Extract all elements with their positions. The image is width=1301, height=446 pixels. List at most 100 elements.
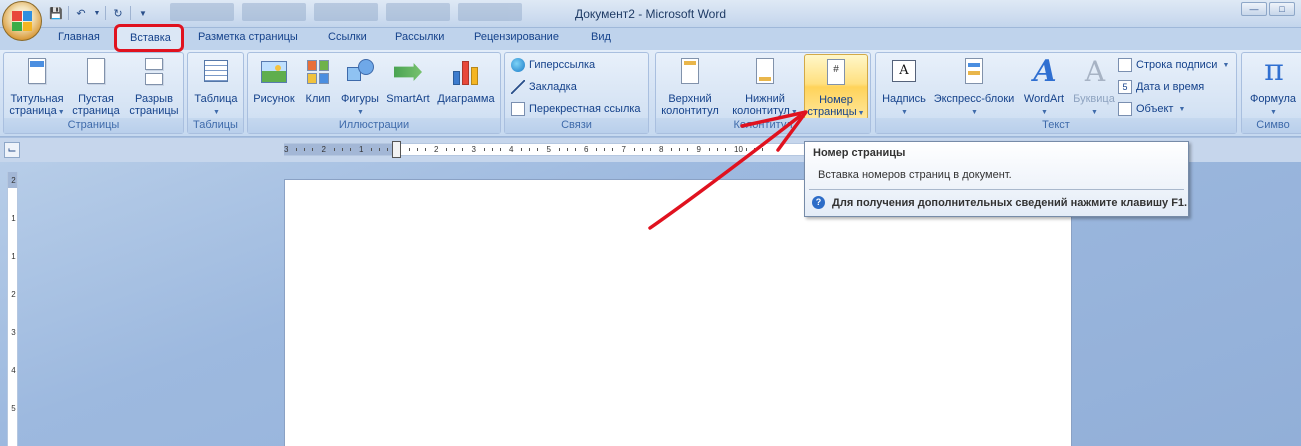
ruler-tick — [521, 148, 522, 151]
group-symbols: π Формула ▼ Симво — [1241, 52, 1301, 134]
maximize-button[interactable]: □ — [1269, 2, 1295, 16]
ruler-tick — [304, 148, 305, 151]
equation-button[interactable]: π Формула ▼ — [1244, 56, 1301, 119]
tab-references[interactable]: Ссылки — [328, 31, 367, 43]
ruler-tick — [312, 148, 313, 151]
quick-parts-button[interactable]: Экспресс-блоки ▼ — [930, 56, 1018, 119]
wordart-icon: A — [1033, 54, 1057, 89]
picture-button[interactable]: Рисунок — [250, 56, 298, 105]
vertical-ruler-number: 4 — [11, 366, 16, 375]
ruler-number: 9 — [696, 145, 701, 154]
vertical-ruler-number: 5 — [11, 404, 16, 413]
group-header-footer-label: Колонтитул — [656, 118, 870, 133]
page-break-button[interactable]: Разрыв страницы — [126, 56, 182, 117]
footer-label-1: Нижний — [745, 93, 785, 105]
page-number-icon: # — [820, 57, 852, 89]
blank-page-button[interactable]: Пустая страница — [70, 56, 122, 117]
ribbon-tabs: Главная Разметка страницы Ссылки Рассылк… — [0, 28, 1301, 73]
page-number-label-1: Номер — [819, 94, 853, 106]
title-bar: 💾 ↶ ▼ ↻ ▼ Документ2 - Microsoft Word — □ — [0, 0, 1301, 28]
vertical-ruler[interactable]: 2 1 1 2 3 4 5 — [7, 172, 18, 446]
ruler-tick — [716, 148, 718, 151]
tab-mailings[interactable]: Рассылки — [395, 31, 444, 43]
bookmark-icon — [511, 80, 525, 94]
smartart-button[interactable]: SmartArt — [384, 56, 432, 105]
ruler-tick — [537, 148, 538, 151]
vertical-ruler-number: 2 — [11, 176, 16, 185]
horizontal-ruler[interactable]: 32112345678910 — [284, 141, 804, 158]
shapes-label: Фигуры — [341, 93, 379, 105]
help-icon: ? — [812, 196, 825, 209]
signature-line-button[interactable]: Строка подписи ▼ — [1118, 58, 1229, 72]
ruler-tick — [633, 148, 635, 151]
cover-page-icon — [21, 56, 53, 88]
ruler-number: 6 — [584, 145, 589, 154]
office-button[interactable] — [2, 1, 42, 41]
indent-marker[interactable] — [392, 141, 401, 158]
ruler-tick — [499, 148, 501, 151]
footer-label-2: колонтитул▼ — [732, 105, 798, 117]
cross-reference-icon — [511, 102, 525, 116]
ruler-tick — [491, 148, 493, 151]
tab-review[interactable]: Рецензирование — [474, 31, 559, 43]
header-label-1: Верхний — [668, 93, 712, 105]
cover-page-button[interactable]: Титульная страница▼ — [8, 56, 66, 119]
group-tables-label: Таблицы — [188, 118, 243, 133]
picture-label: Рисунок — [253, 93, 295, 105]
annotation-highlight-box — [114, 24, 184, 52]
text-box-icon: A — [888, 56, 920, 88]
vertical-ruler-number: 2 — [11, 290, 16, 299]
ruler-tick — [371, 148, 372, 151]
quick-parts-dropdown-icon: ▼ — [971, 109, 978, 116]
tab-home[interactable]: Главная — [58, 31, 100, 43]
ruler-number: 2 — [321, 145, 326, 154]
ruler-tick — [416, 148, 418, 151]
tab-view[interactable]: Вид — [591, 31, 611, 43]
footer-icon — [749, 56, 781, 88]
ruler-tick — [296, 148, 297, 151]
ruler-marks: 32112345678910 — [284, 144, 804, 155]
ruler-tick — [446, 148, 447, 151]
ruler-number: 4 — [509, 145, 514, 154]
table-icon — [200, 56, 232, 88]
text-box-button[interactable]: A Надпись ▼ — [878, 56, 930, 119]
blank-page-label-1: Пустая — [78, 93, 114, 105]
table-button[interactable]: Таблица ▼ — [191, 56, 241, 119]
document-page[interactable] — [284, 179, 1072, 446]
ruler-tick — [387, 148, 388, 151]
ruler-tick — [333, 148, 335, 151]
footer-button[interactable]: Нижний колонтитул▼ — [730, 56, 800, 119]
cover-page-label-2: страница▼ — [9, 105, 65, 117]
page-number-button[interactable]: # Номер страницы▼ — [804, 54, 868, 120]
clip-art-button[interactable]: Клип — [300, 56, 336, 105]
ruler-number: 7 — [621, 145, 626, 154]
minimize-button[interactable]: — — [1241, 2, 1267, 16]
drop-cap-button[interactable]: A Буквица ▼ — [1070, 56, 1118, 119]
table-dropdown-icon: ▼ — [213, 109, 220, 116]
signature-line-label: Строка подписи — [1136, 59, 1218, 71]
group-links: Гиперссылка Закладка Перекрестная ссылка… — [504, 52, 649, 134]
signature-line-icon — [1118, 58, 1132, 72]
bookmark-button[interactable]: Закладка — [511, 80, 577, 94]
wordart-button[interactable]: A WordArt ▼ — [1018, 56, 1070, 119]
ruler-tick — [379, 148, 380, 151]
date-time-button[interactable]: 5 Дата и время — [1118, 80, 1204, 94]
ruler-tick — [341, 148, 343, 151]
equation-label: Формула — [1249, 93, 1297, 105]
smartart-label: SmartArt — [386, 93, 430, 105]
blank-page-label-2: страница — [72, 105, 120, 117]
shapes-button[interactable]: Фигуры ▼ — [338, 56, 382, 119]
chart-button[interactable]: Диаграмма — [434, 56, 498, 105]
window-title: Документ2 - Microsoft Word — [574, 7, 727, 21]
group-text: A Надпись ▼ Экспресс-блоки ▼ A WordArt ▼… — [875, 52, 1237, 134]
tab-selector-button[interactable]: ⌙ — [4, 142, 20, 158]
cross-reference-button[interactable]: Перекрестная ссылка — [511, 102, 641, 116]
ruler-tick — [641, 148, 643, 151]
tab-page-layout[interactable]: Разметка страницы — [198, 31, 298, 43]
ruler-tick — [424, 148, 426, 151]
ruler-tick — [349, 148, 351, 151]
group-tables: Таблица ▼ Таблицы — [187, 52, 244, 134]
ruler-tick — [724, 148, 726, 151]
object-button[interactable]: Объект ▼ — [1118, 102, 1185, 116]
hyperlink-button[interactable]: Гиперссылка — [511, 58, 595, 72]
